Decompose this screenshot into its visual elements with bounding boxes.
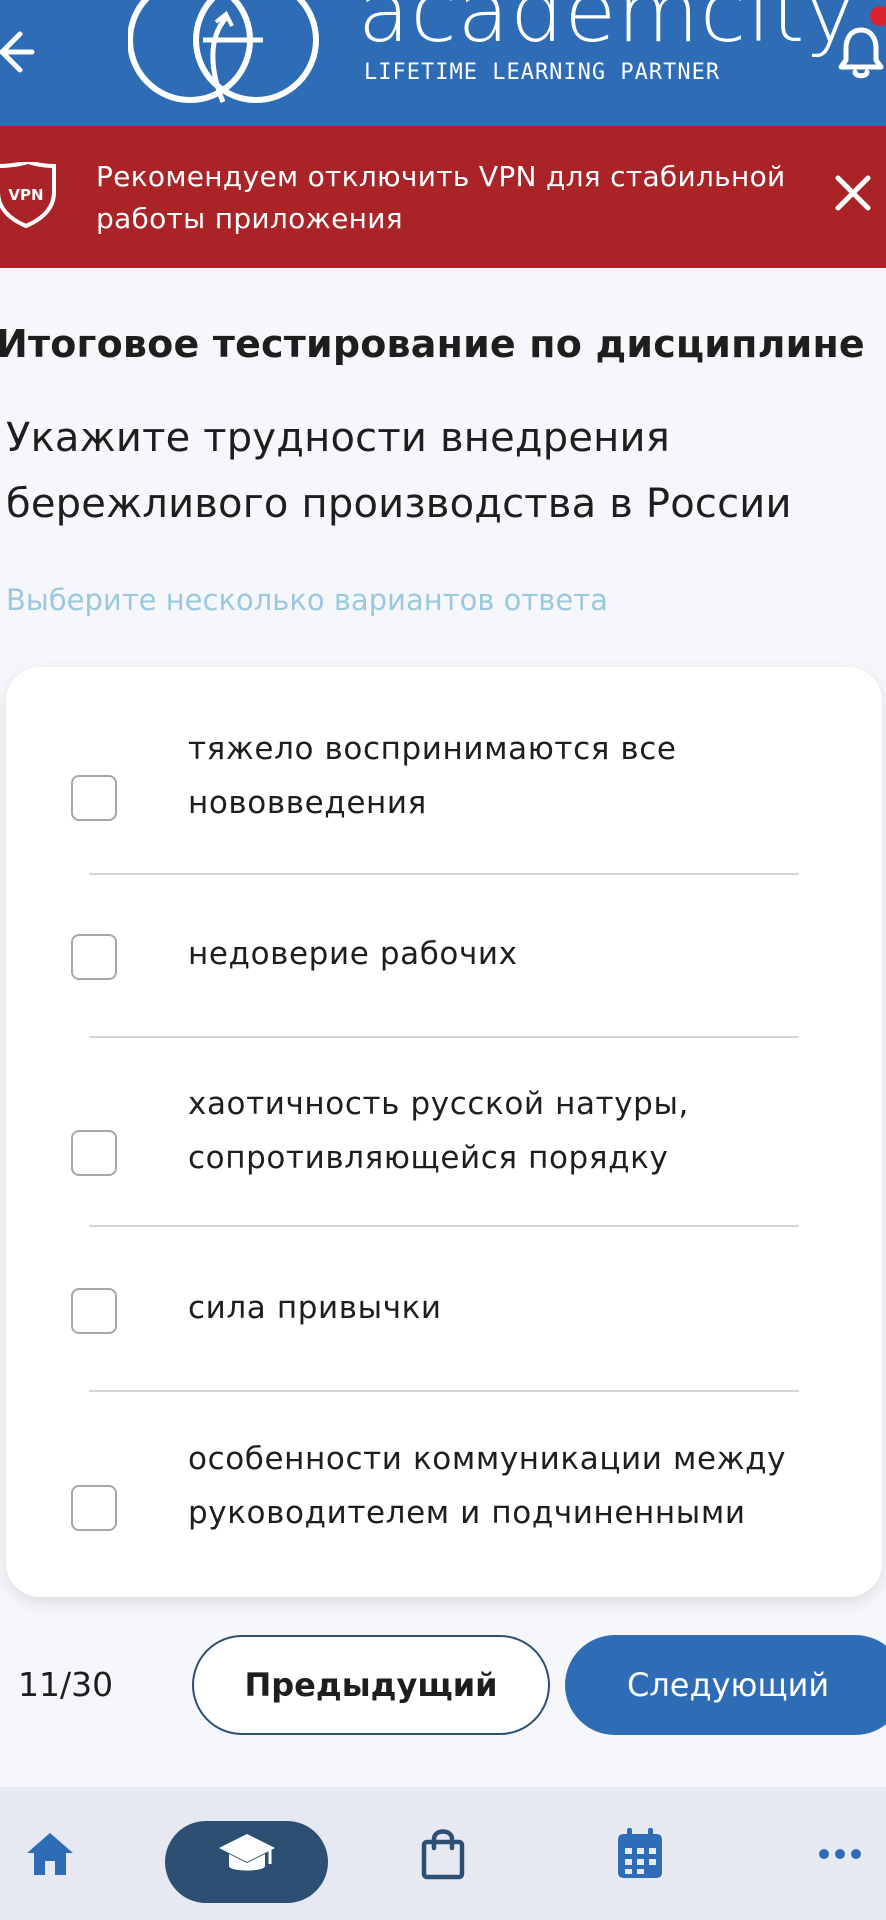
vpn-warning-banner: VPN Рекомендуем отключить VPN для стабил… bbox=[0, 126, 886, 268]
home-icon bbox=[27, 1832, 73, 1875]
app-header: academcity LIFETIME LEARNING PARTNER bbox=[0, 0, 886, 126]
logo-mark-icon bbox=[128, 0, 319, 103]
nav-shop[interactable] bbox=[415, 1787, 471, 1920]
divider bbox=[89, 873, 799, 875]
vpn-badge-text: VPN bbox=[8, 186, 43, 204]
divider bbox=[89, 1390, 799, 1392]
answer-checkbox[interactable] bbox=[71, 1288, 117, 1334]
answers-card: тяжело воспринимаются все нововведения н… bbox=[6, 667, 882, 1597]
answer-checkbox[interactable] bbox=[71, 1130, 117, 1176]
answer-label: тяжело воспринимаются все нововведения bbox=[188, 731, 677, 821]
answer-hint: Выберите несколько вариантов ответа bbox=[6, 583, 608, 617]
question-text: Укажите трудности внедрения бережливого … bbox=[6, 415, 792, 527]
vpn-shield-icon: VPN bbox=[0, 159, 56, 229]
answer-label: хаотичность русской натуры, сопротивляющ… bbox=[188, 1086, 689, 1176]
vpn-warning-text: Рекомендуем отключить VPN для стабильной… bbox=[96, 160, 786, 235]
bottom-navigation bbox=[0, 1787, 886, 1920]
nav-home[interactable] bbox=[20, 1787, 80, 1920]
logo-wordmark: academcity bbox=[358, 0, 857, 61]
app: academcity LIFETIME LEARNING PARTNER VPN… bbox=[0, 0, 886, 1920]
academcity-logo: academcity LIFETIME LEARNING PARTNER bbox=[128, 0, 855, 110]
answer-option[interactable]: недоверие рабочих bbox=[6, 927, 882, 987]
bell-icon bbox=[838, 27, 884, 79]
nav-courses[interactable] bbox=[165, 1787, 328, 1920]
test-title: Итоговое тестирование по дисциплине bbox=[0, 322, 865, 366]
calendar-icon bbox=[618, 1827, 662, 1878]
divider bbox=[89, 1225, 799, 1227]
notifications-button[interactable] bbox=[838, 24, 884, 80]
graduation-cap-icon bbox=[218, 1833, 275, 1870]
more-icon bbox=[819, 1848, 861, 1859]
answer-label: сила привычки bbox=[188, 1290, 442, 1326]
logo-tagline: LIFETIME LEARNING PARTNER bbox=[364, 60, 721, 85]
previous-button[interactable]: Предыдущий bbox=[192, 1635, 550, 1735]
back-button[interactable] bbox=[0, 22, 48, 82]
answer-label: особенности коммуникации между руководит… bbox=[188, 1441, 787, 1531]
next-button[interactable]: Следующий bbox=[565, 1635, 886, 1735]
shopping-bag-icon bbox=[421, 1828, 465, 1879]
close-icon bbox=[835, 175, 871, 211]
divider bbox=[89, 1036, 799, 1038]
nav-more[interactable] bbox=[812, 1787, 868, 1920]
answer-checkbox[interactable] bbox=[71, 1485, 117, 1531]
close-banner-button[interactable] bbox=[832, 172, 874, 214]
answer-label: недоверие рабочих bbox=[188, 936, 518, 972]
notification-badge bbox=[868, 4, 886, 28]
answer-option[interactable]: хаотичность русской натуры, сопротивляющ… bbox=[6, 1077, 882, 1187]
answer-checkbox[interactable] bbox=[71, 934, 117, 980]
nav-calendar[interactable] bbox=[612, 1787, 668, 1920]
answer-option[interactable]: тяжело воспринимаются все нововведения bbox=[6, 722, 882, 832]
answer-option[interactable]: особенности коммуникации между руководит… bbox=[6, 1432, 882, 1542]
arrow-left-icon bbox=[0, 31, 35, 73]
answer-option[interactable]: сила привычки bbox=[6, 1281, 882, 1341]
question-counter: 11/30 bbox=[18, 1665, 114, 1704]
answer-checkbox[interactable] bbox=[71, 775, 117, 821]
